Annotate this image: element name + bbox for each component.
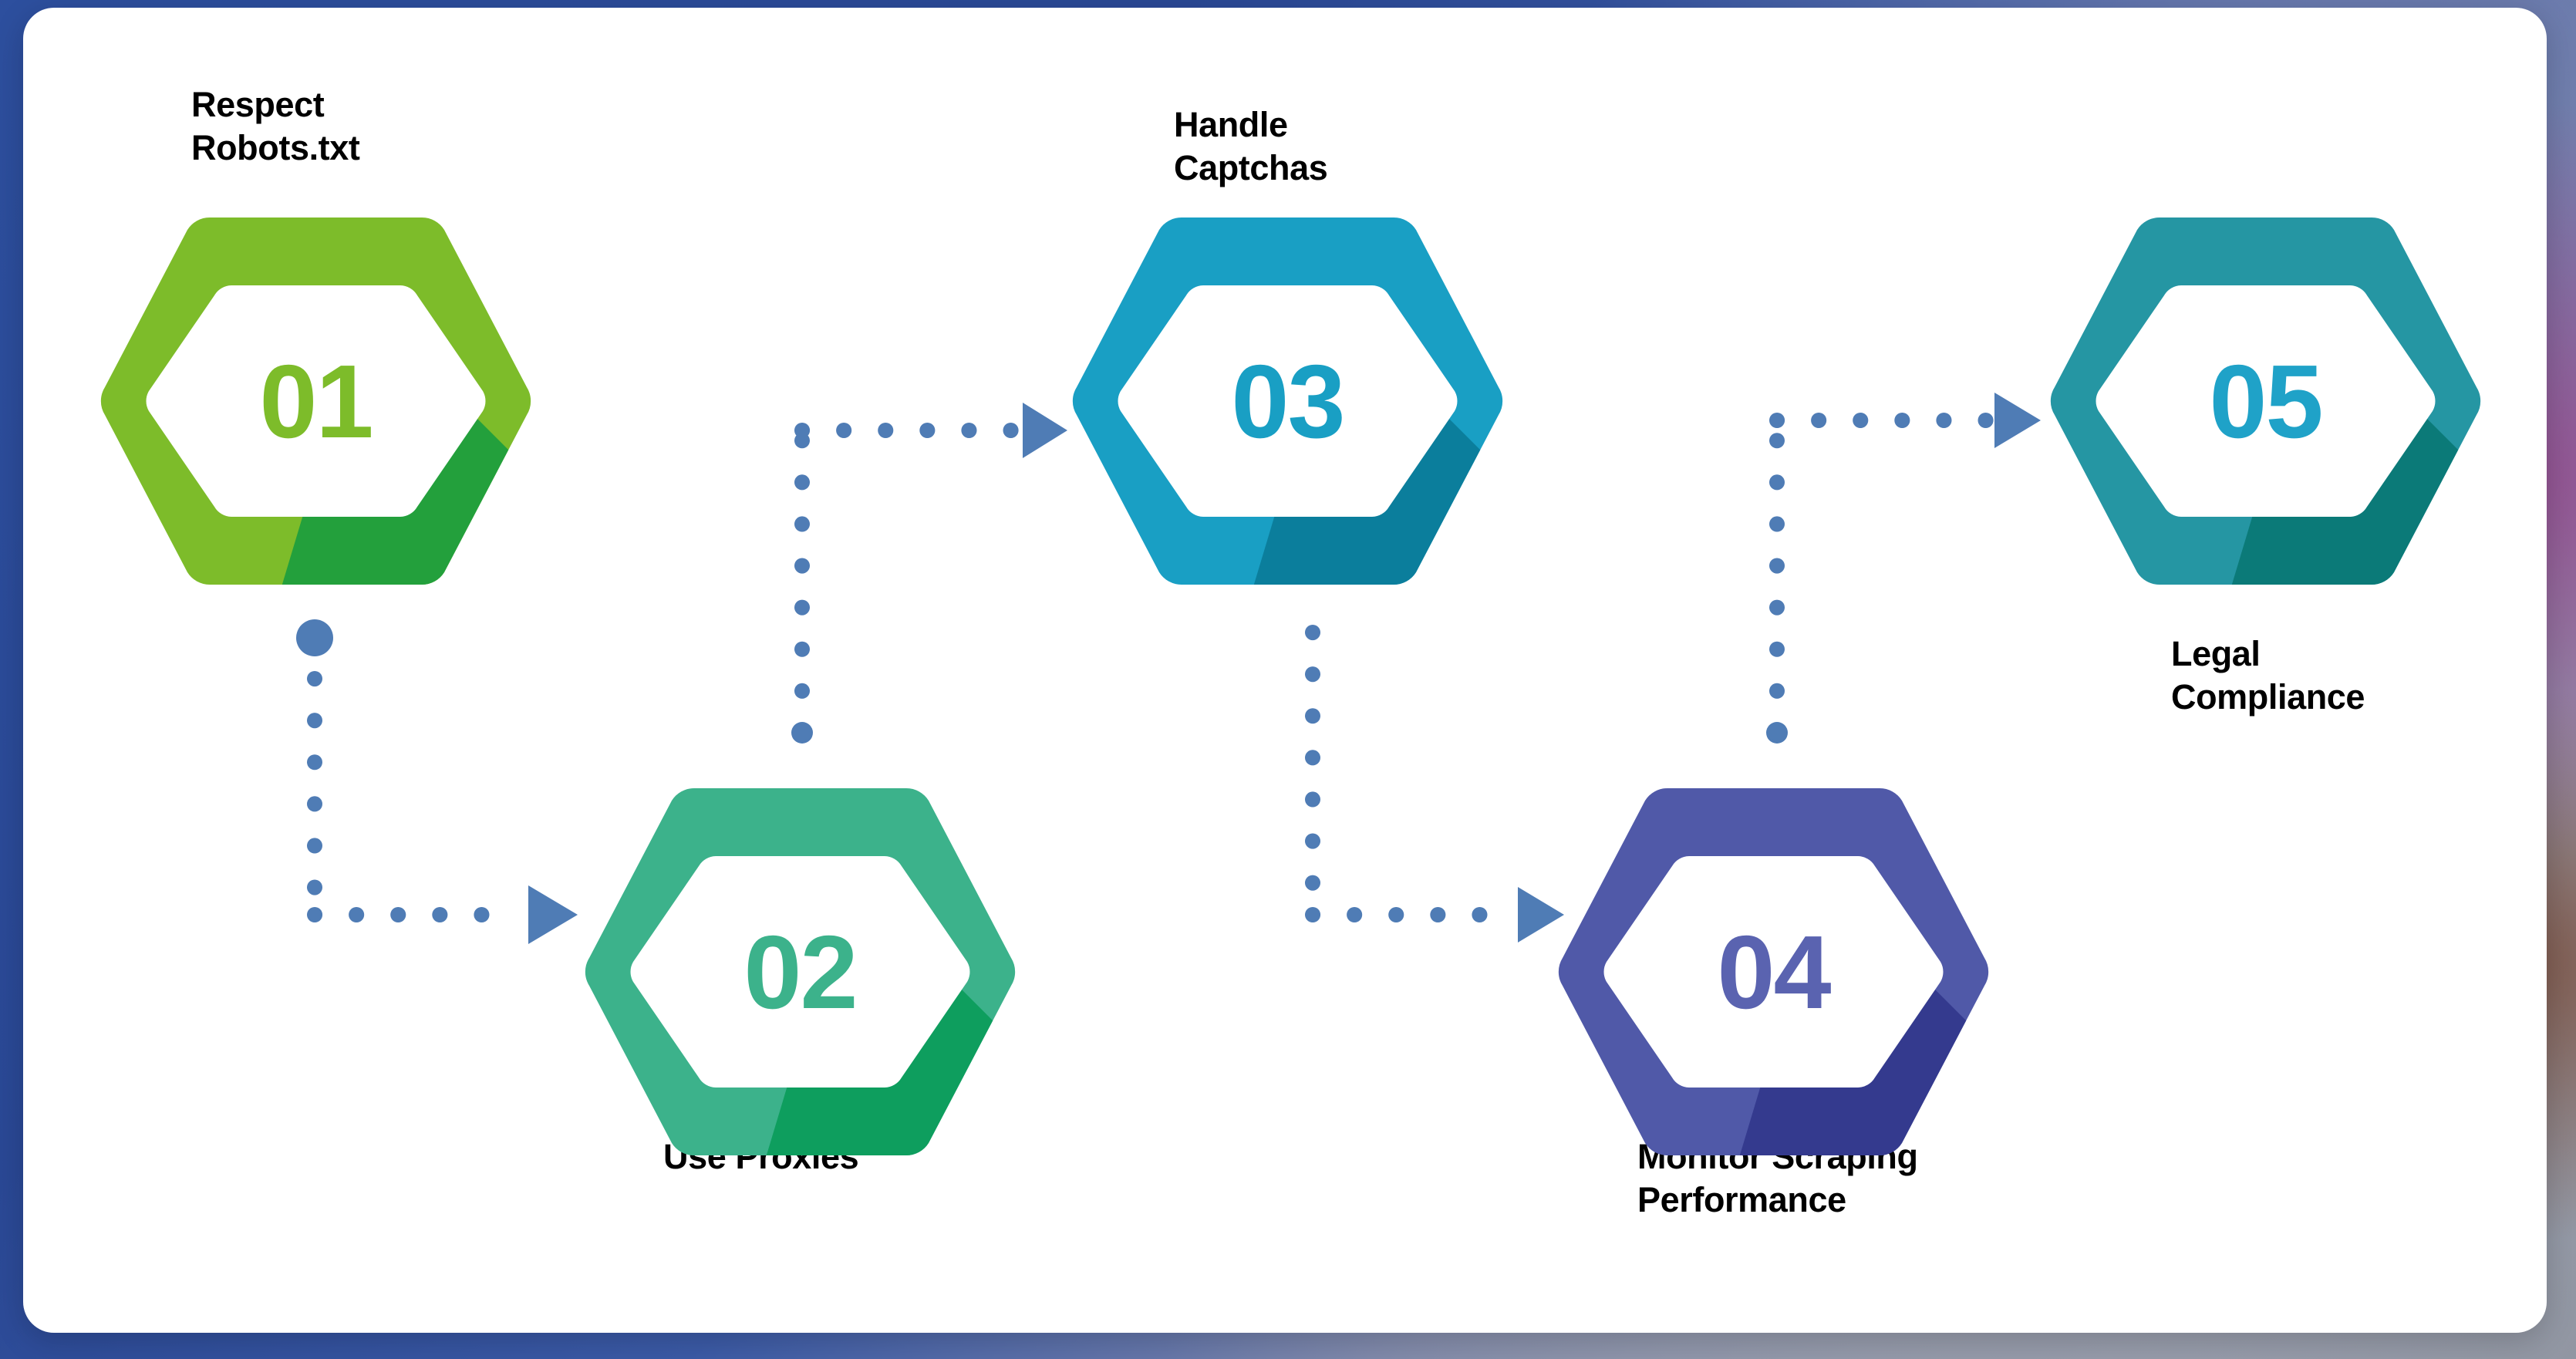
hexagon-03[interactable]: 03: [1066, 208, 1509, 594]
infographic-card: .dotline { stroke:#4f7cb5; stroke-width:…: [23, 8, 2547, 1333]
step-node-05[interactable]: 05: [2044, 208, 2487, 594]
connector-start-dot: [296, 619, 333, 656]
connector-start-dot: [791, 722, 813, 744]
step-label-03: Handle Captchas: [1174, 105, 1328, 187]
connector-layer: .dotline { stroke:#4f7cb5; stroke-width:…: [296, 393, 2041, 944]
hexagon-04[interactable]: 04: [1552, 779, 1995, 1165]
hexagon-05[interactable]: 05: [2044, 208, 2487, 594]
connector-start-dot: [1766, 722, 1788, 744]
step-number-01: 01: [259, 342, 373, 460]
step-node-01[interactable]: 01: [94, 208, 538, 594]
step-node-02[interactable]: 02: [578, 779, 1022, 1165]
connector-01-to-02: [296, 619, 578, 944]
arrowhead-icon: [1023, 403, 1067, 458]
step-node-04[interactable]: 04: [1552, 779, 1995, 1165]
step-number-04: 04: [1717, 913, 1831, 1030]
step-number-05: 05: [2209, 342, 2323, 460]
step-label-01: Respect Robots.txt: [191, 85, 360, 167]
connector-03-to-04: [1305, 625, 1564, 943]
arrowhead-icon: [528, 885, 578, 944]
hexagon-01[interactable]: 01: [94, 208, 538, 594]
step-number-03: 03: [1231, 342, 1345, 460]
step-label-05: Legal Compliance: [2171, 634, 2365, 717]
connector-02-to-03: [791, 403, 1067, 744]
connector-04-to-05: [1766, 393, 2041, 744]
step-number-02: 02: [743, 913, 858, 1030]
arrowhead-icon: [1994, 393, 2041, 448]
step-node-03[interactable]: 03: [1066, 208, 1509, 594]
page-backdrop: .dotline { stroke:#4f7cb5; stroke-width:…: [0, 0, 2576, 1359]
hexagon-02[interactable]: 02: [578, 779, 1022, 1165]
